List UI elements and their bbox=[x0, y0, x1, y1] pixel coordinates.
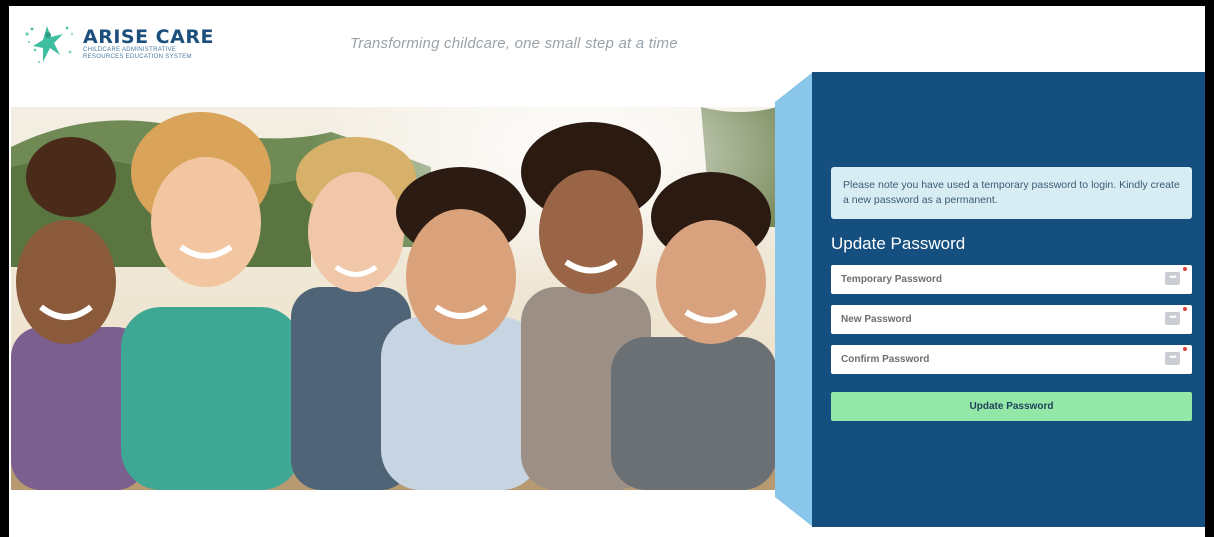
hero-image bbox=[11, 107, 777, 490]
required-dot-icon bbox=[1183, 347, 1187, 351]
new-password-field[interactable]: ••• bbox=[831, 305, 1192, 334]
update-password-panel: Please note you have used a temporary pa… bbox=[812, 72, 1205, 527]
logo-subtitle: CHILDCARE ADMINISTRATIVE RESOURCES EDUCA… bbox=[83, 47, 192, 60]
required-dot-icon bbox=[1183, 307, 1187, 311]
confirm-password-input[interactable] bbox=[841, 354, 1151, 365]
new-password-input[interactable] bbox=[841, 314, 1151, 325]
temporary-password-notice: Please note you have used a temporary pa… bbox=[831, 167, 1192, 219]
logo-title: ARISE CARE bbox=[83, 26, 214, 48]
temporary-password-field[interactable]: ••• bbox=[831, 265, 1192, 294]
tagline: Transforming childcare, one small step a… bbox=[350, 35, 678, 52]
login-page: ARISE CARE CHILDCARE ADMINISTRATIVE RESO… bbox=[9, 6, 1205, 537]
star-figure-logo-icon bbox=[23, 22, 77, 66]
dots-icon[interactable]: ••• bbox=[1165, 352, 1180, 365]
dots-icon[interactable]: ••• bbox=[1165, 272, 1180, 285]
logo[interactable]: ARISE CARE CHILDCARE ADMINISTRATIVE RESO… bbox=[23, 22, 214, 66]
dots-icon[interactable]: ••• bbox=[1165, 312, 1180, 325]
confirm-password-field[interactable]: ••• bbox=[831, 345, 1192, 374]
update-password-button[interactable]: Update Password bbox=[831, 392, 1192, 421]
required-dot-icon bbox=[1183, 267, 1187, 271]
temporary-password-input[interactable] bbox=[841, 274, 1151, 285]
panel-title: Update Password bbox=[831, 234, 966, 253]
panel-bevel bbox=[775, 72, 813, 527]
